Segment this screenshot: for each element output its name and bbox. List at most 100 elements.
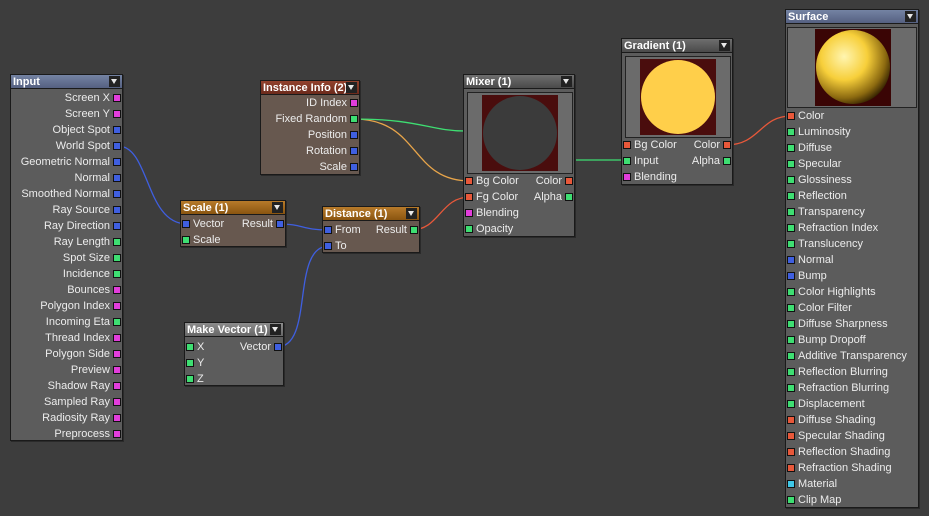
output-port-geometric-normal[interactable]: Geometric Normal	[11, 154, 122, 170]
input-port-luminosity[interactable]: Luminosity	[786, 124, 918, 140]
input-port-z[interactable]: Z	[185, 371, 225, 387]
port-socket-icon[interactable]	[113, 206, 121, 214]
port-socket-icon[interactable]	[465, 209, 473, 217]
input-port-blending[interactable]: Blending	[622, 169, 692, 185]
port-socket-icon[interactable]	[623, 141, 631, 149]
port-socket-icon[interactable]	[787, 224, 795, 232]
port-socket-icon[interactable]	[113, 302, 121, 310]
port-socket-icon[interactable]	[113, 110, 121, 118]
output-port-rotation[interactable]: Rotation	[261, 143, 359, 159]
output-port-screen-x[interactable]: Screen X	[11, 90, 122, 106]
port-socket-icon[interactable]	[113, 238, 121, 246]
input-port-refraction-index[interactable]: Refraction Index	[786, 220, 918, 236]
port-socket-icon[interactable]	[324, 242, 332, 250]
port-socket-icon[interactable]	[410, 226, 418, 234]
port-socket-icon[interactable]	[113, 190, 121, 198]
port-socket-icon[interactable]	[186, 359, 194, 367]
input-port-diffuse-sharpness[interactable]: Diffuse Sharpness	[786, 316, 918, 332]
port-socket-icon[interactable]	[350, 99, 358, 107]
dropdown-icon[interactable]	[270, 324, 281, 335]
input-port-reflection[interactable]: Reflection	[786, 188, 918, 204]
mixer-node[interactable]: Mixer (1) Bg Color Fg Color Blending Opacit…	[463, 74, 575, 237]
port-socket-icon[interactable]	[113, 126, 121, 134]
input-port-translucency[interactable]: Translucency	[786, 236, 918, 252]
port-socket-icon[interactable]	[113, 158, 121, 166]
dropdown-icon[interactable]	[905, 11, 916, 22]
output-port-fixed-random[interactable]: Fixed Random	[261, 111, 359, 127]
port-socket-icon[interactable]	[787, 112, 795, 120]
port-socket-icon[interactable]	[186, 375, 194, 383]
output-port-smoothed-normal[interactable]: Smoothed Normal	[11, 186, 122, 202]
distance-node-header[interactable]: Distance (1)	[323, 207, 419, 221]
input-port-glossiness[interactable]: Glossiness	[786, 172, 918, 188]
port-socket-icon[interactable]	[787, 448, 795, 456]
input-port-to[interactable]: To	[323, 238, 373, 254]
port-socket-icon[interactable]	[465, 177, 473, 185]
port-socket-icon[interactable]	[787, 272, 795, 280]
output-port-scale[interactable]: Scale	[261, 159, 359, 175]
output-port-shadow-ray[interactable]: Shadow Ray	[11, 378, 122, 394]
scale-node[interactable]: Scale (1) Vector Scale Result	[180, 200, 286, 247]
port-socket-icon[interactable]	[113, 286, 121, 294]
input-port-specular-shading[interactable]: Specular Shading	[786, 428, 918, 444]
port-socket-icon[interactable]	[565, 193, 573, 201]
input-port-color[interactable]: Color	[786, 108, 918, 124]
port-socket-icon[interactable]	[787, 320, 795, 328]
port-socket-icon[interactable]	[787, 144, 795, 152]
dropdown-icon[interactable]	[272, 202, 283, 213]
port-socket-icon[interactable]	[113, 430, 121, 438]
port-socket-icon[interactable]	[113, 366, 121, 374]
port-socket-icon[interactable]	[113, 254, 121, 262]
instance-info-node[interactable]: Instance Info (2) ID Index Fixed Random Po…	[260, 80, 360, 175]
input-port-reflection-shading[interactable]: Reflection Shading	[786, 444, 918, 460]
port-socket-icon[interactable]	[787, 256, 795, 264]
input-port-diffuse-shading[interactable]: Diffuse Shading	[786, 412, 918, 428]
port-socket-icon[interactable]	[787, 192, 795, 200]
output-port-position[interactable]: Position	[261, 127, 359, 143]
port-socket-icon[interactable]	[113, 318, 121, 326]
port-socket-icon[interactable]	[182, 236, 190, 244]
input-port-scale[interactable]: Scale	[181, 232, 241, 248]
port-socket-icon[interactable]	[787, 368, 795, 376]
input-port-refraction-shading[interactable]: Refraction Shading	[786, 460, 918, 476]
output-port-bounces[interactable]: Bounces	[11, 282, 122, 298]
port-socket-icon[interactable]	[623, 157, 631, 165]
output-port-result[interactable]: Result	[365, 222, 419, 238]
port-socket-icon[interactable]	[787, 336, 795, 344]
output-port-preview[interactable]: Preview	[11, 362, 122, 378]
output-port-result[interactable]: Result	[231, 216, 285, 232]
output-port-polygon-side[interactable]: Polygon Side	[11, 346, 122, 362]
output-port-ray-direction[interactable]: Ray Direction	[11, 218, 122, 234]
output-port-world-spot[interactable]: World Spot	[11, 138, 122, 154]
input-port-y[interactable]: Y	[185, 355, 225, 371]
port-socket-icon[interactable]	[787, 416, 795, 424]
output-port-screen-y[interactable]: Screen Y	[11, 106, 122, 122]
port-socket-icon[interactable]	[465, 225, 473, 233]
output-port-thread-index[interactable]: Thread Index	[11, 330, 122, 346]
port-socket-icon[interactable]	[565, 177, 573, 185]
mixer-node-header[interactable]: Mixer (1)	[464, 75, 574, 89]
scale-node-header[interactable]: Scale (1)	[181, 201, 285, 215]
port-socket-icon[interactable]	[113, 334, 121, 342]
port-socket-icon[interactable]	[350, 115, 358, 123]
dropdown-icon[interactable]	[109, 76, 120, 87]
surface-node-header[interactable]: Surface	[786, 10, 918, 24]
port-socket-icon[interactable]	[787, 128, 795, 136]
port-socket-icon[interactable]	[324, 226, 332, 234]
port-socket-icon[interactable]	[787, 160, 795, 168]
input-port-clip-map[interactable]: Clip Map	[786, 492, 918, 508]
port-socket-icon[interactable]	[723, 141, 731, 149]
port-socket-icon[interactable]	[113, 382, 121, 390]
make-vector-node-header[interactable]: Make Vector (1)	[185, 323, 283, 337]
port-socket-icon[interactable]	[113, 142, 121, 150]
input-port-diffuse[interactable]: Diffuse	[786, 140, 918, 156]
input-port-displacement[interactable]: Displacement	[786, 396, 918, 412]
port-socket-icon[interactable]	[113, 270, 121, 278]
port-socket-icon[interactable]	[350, 131, 358, 139]
port-socket-icon[interactable]	[465, 193, 473, 201]
dropdown-icon[interactable]	[719, 40, 730, 51]
input-port-material[interactable]: Material	[786, 476, 918, 492]
output-port-color[interactable]: Color	[678, 137, 732, 153]
port-socket-icon[interactable]	[113, 350, 121, 358]
output-port-color[interactable]: Color	[520, 173, 574, 189]
